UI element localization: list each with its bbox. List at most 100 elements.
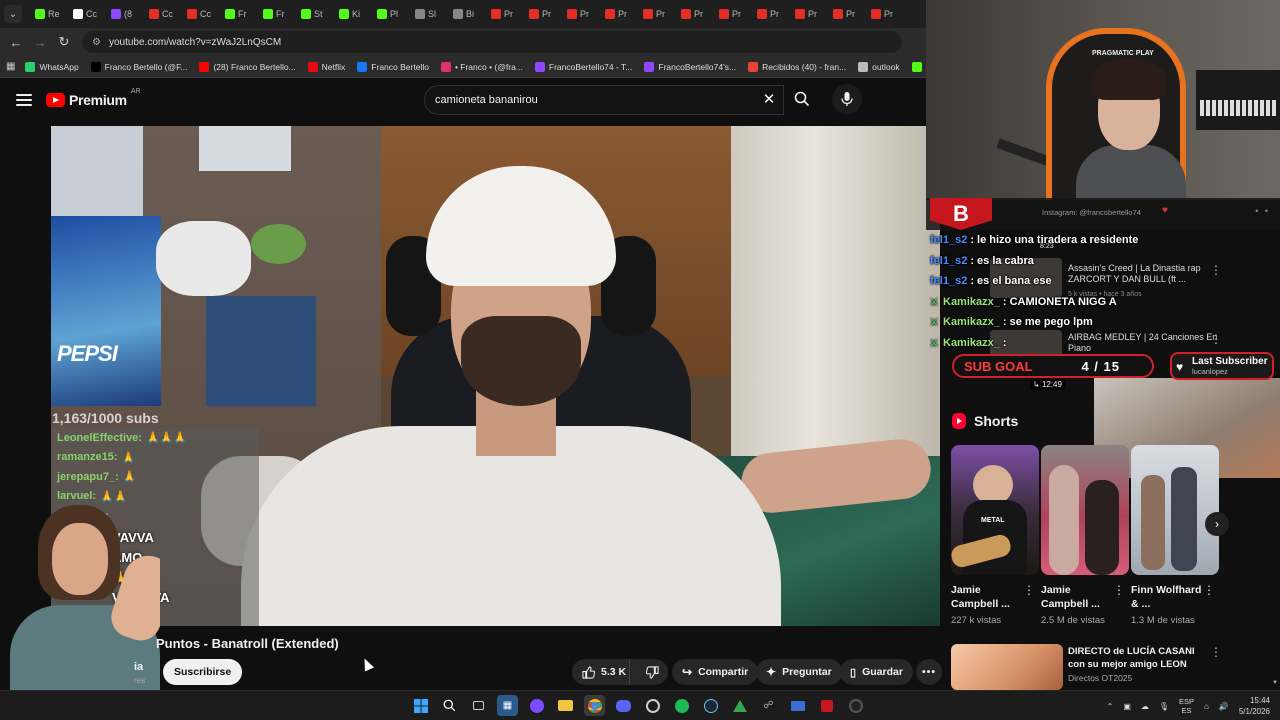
browser-tab[interactable]: Pr — [640, 3, 676, 25]
browser-tab[interactable]: Pr — [830, 3, 866, 25]
bookmark-item[interactable]: Aler — [911, 61, 926, 72]
clock[interactable]: 15:44 5/1/2026 — [1239, 695, 1270, 717]
tab-label: Pr — [618, 9, 627, 19]
short-menu-icon[interactable]: ⋮ — [1203, 583, 1215, 597]
short-thumbnail[interactable]: METAL — [951, 445, 1039, 575]
browser-tab[interactable]: Pr — [754, 3, 790, 25]
bookmark-item[interactable]: Franco Bertello — [357, 61, 429, 72]
browser-tab[interactable]: Pr — [868, 3, 904, 25]
browser-app-icon[interactable] — [526, 695, 547, 716]
search-button[interactable] — [786, 85, 818, 113]
clear-search-icon[interactable]: ✕ — [760, 91, 778, 109]
rec-channel[interactable]: Directos OT2025 — [1068, 673, 1132, 683]
file-explorer-icon[interactable] — [555, 695, 576, 716]
browser-tab[interactable]: Pr — [488, 3, 524, 25]
short-card[interactable]: METAL Jamie Campbell ... 227 k vistas ⋮ — [951, 445, 1039, 626]
rec-menu-icon[interactable]: ⋮ — [1210, 263, 1222, 277]
duration-text: 12:49 — [1041, 380, 1062, 389]
bookmark-item[interactable]: outlook — [858, 61, 900, 72]
overlay-chat-line: LeonelEffective: 🙏🙏🙏 — [51, 428, 259, 448]
browser-tab[interactable]: Pr — [678, 3, 714, 25]
browser-tab[interactable]: Cc — [184, 3, 220, 25]
network-icon[interactable]: ⌂ — [1204, 702, 1209, 711]
more-actions-button[interactable]: ••• — [916, 659, 942, 685]
audio-app-icon[interactable] — [845, 695, 866, 716]
url-field[interactable]: ⚙ youtube.com/watch?v=zWaJ2LnQsCM — [82, 31, 902, 53]
tray-cloud-icon[interactable]: ☁ — [1141, 702, 1149, 711]
shorts-next-button[interactable]: › — [1205, 512, 1229, 536]
browser-tab[interactable]: St — [298, 3, 334, 25]
short-thumbnail[interactable] — [1041, 445, 1129, 575]
chrome-icon[interactable] — [584, 695, 605, 716]
like-button[interactable]: 5.3 K — [572, 659, 631, 685]
tab-label: Cc — [86, 9, 97, 19]
language-indicator[interactable]: ESP ES — [1179, 697, 1194, 715]
bookmark-item[interactable]: FrancoBertello74's... — [644, 61, 736, 72]
search-icon[interactable] — [439, 695, 460, 716]
browser-tab[interactable]: Pl — [374, 3, 410, 25]
tray-app-icon[interactable]: ▣ — [1123, 702, 1131, 711]
start-icon[interactable] — [410, 695, 431, 716]
steam-icon[interactable] — [700, 695, 721, 716]
bookmark-item[interactable]: WhatsApp — [25, 61, 79, 72]
short-thumbnail[interactable] — [1131, 445, 1219, 575]
short-card[interactable]: Finn Wolfhard & ... 1.3 M de vistas ⋮ — [1131, 445, 1219, 626]
browser-tab[interactable]: Fr — [260, 3, 296, 25]
bookmark-item[interactable]: Franco Bertello (@F... — [90, 61, 187, 72]
tray-mic-icon[interactable]: 🎙 — [1159, 702, 1169, 711]
dislike-button[interactable] — [636, 665, 668, 679]
youtube-logo[interactable]: Premium AR — [46, 88, 141, 108]
forward-button[interactable]: → — [28, 30, 52, 54]
discord-icon[interactable] — [613, 695, 634, 716]
share-button[interactable]: ↪ Compartir — [672, 659, 759, 685]
browser-tab[interactable]: Pr — [716, 3, 752, 25]
site-info-icon[interactable]: ⚙ — [92, 37, 101, 48]
short-menu-icon[interactable]: ⋮ — [1113, 583, 1125, 597]
task-view-icon[interactable] — [468, 695, 489, 716]
rec-menu-icon[interactable]: ⋮ — [1210, 645, 1222, 659]
voice-search-button[interactable] — [832, 84, 862, 114]
browser-tab[interactable]: Pr — [792, 3, 828, 25]
scrollbar-arrow[interactable]: ▼ — [1272, 680, 1278, 690]
subscribe-button[interactable]: Suscribirse — [163, 659, 243, 685]
browser-tab[interactable]: Pr — [602, 3, 638, 25]
browser-tab[interactable]: Pr — [526, 3, 562, 25]
browser-tab[interactable]: (8 — [108, 3, 144, 25]
browser-tab[interactable]: Cc — [70, 3, 106, 25]
browser-tab[interactable]: Cc — [146, 3, 182, 25]
rec-menu-icon[interactable]: ⋮ — [1210, 332, 1222, 346]
bookmark-item[interactable]: • Franco • (@fra... — [440, 61, 523, 72]
ask-button[interactable]: ✦ Preguntar — [756, 659, 842, 685]
network-app-icon[interactable]: ☍ — [758, 695, 779, 716]
rec-thumbnail[interactable] — [951, 644, 1063, 690]
widgets-icon[interactable]: ▦ — [497, 695, 518, 716]
bookmark-item[interactable]: Netflix — [307, 61, 345, 72]
reload-button[interactable]: ↻ — [52, 30, 76, 54]
spotify-icon[interactable] — [671, 695, 692, 716]
browser-tab[interactable]: Re — [32, 3, 68, 25]
bookmark-item[interactable]: Recibidos (40) - fran... — [748, 61, 846, 72]
browser-tab[interactable]: Ki — [336, 3, 372, 25]
channel-name[interactable]: ia — [134, 661, 143, 673]
tab-search-button[interactable]: ⌄ — [4, 5, 22, 23]
rec-title[interactable]: DIRECTO de LUCÍA CASANI con su mejor ami… — [1068, 645, 1208, 671]
browser-tab[interactable]: Fr — [222, 3, 258, 25]
bookmark-item[interactable]: FrancoBertello74 - T... — [534, 61, 632, 72]
drive-icon[interactable] — [729, 695, 750, 716]
save-button[interactable]: ▯ Guardar — [840, 659, 913, 685]
short-card[interactable]: Jamie Campbell ... 2.5 M de vistas ⋮ — [1041, 445, 1129, 626]
browser-tab[interactable]: Pr — [564, 3, 600, 25]
obs-icon[interactable] — [642, 695, 663, 716]
apps-grid-icon[interactable]: ▦ — [6, 61, 15, 72]
bookmark-item[interactable]: (28) Franco Bertello... — [199, 61, 296, 72]
monitor-app-icon[interactable] — [787, 695, 808, 716]
search-input[interactable]: camioneta bananirou — [424, 85, 784, 115]
browser-tab[interactable]: Sl — [412, 3, 448, 25]
red-app-icon[interactable] — [816, 695, 837, 716]
back-button[interactable]: ← — [4, 30, 28, 54]
show-hidden-icon[interactable]: ⌃ — [1107, 702, 1114, 711]
menu-icon[interactable] — [16, 94, 32, 106]
browser-tab[interactable]: Bi — [450, 3, 486, 25]
short-menu-icon[interactable]: ⋮ — [1023, 583, 1035, 597]
volume-icon[interactable]: 🔊 — [1219, 702, 1229, 711]
